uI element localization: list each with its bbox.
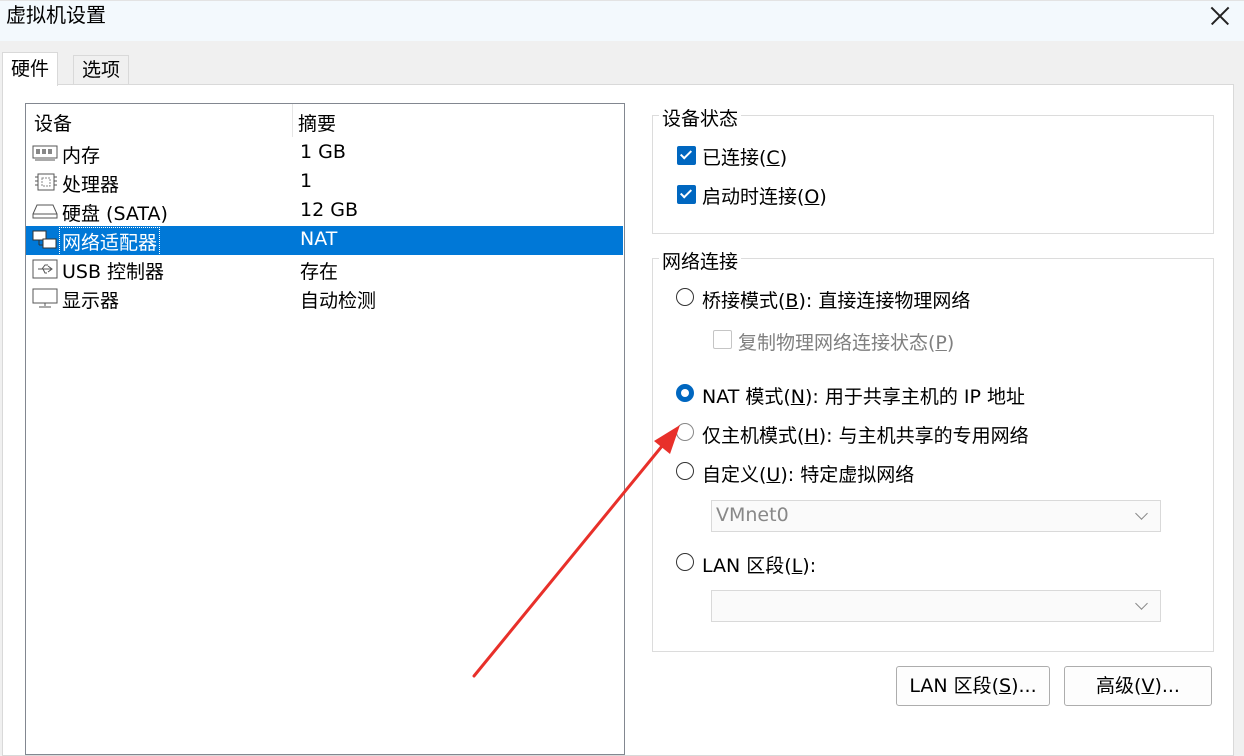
device-summary: 存在 xyxy=(300,261,339,283)
host-only-label[interactable]: 仅主机模式(H): 与主机共享的专用网络 xyxy=(702,421,1029,448)
host-only-radio[interactable] xyxy=(676,423,694,441)
connected-checkbox[interactable] xyxy=(677,146,696,165)
connect-at-power-on-checkbox[interactable] xyxy=(677,185,696,204)
device-summary: 自动检测 xyxy=(300,290,377,312)
device-summary: 1 GB xyxy=(300,141,346,163)
lan-segment-radio[interactable] xyxy=(676,553,694,571)
device-name: 内存 xyxy=(62,145,101,167)
device-name: USB 控制器 xyxy=(62,261,165,283)
network-adapter-icon xyxy=(32,230,57,249)
nat-radio[interactable] xyxy=(676,384,694,402)
bridged-radio[interactable] xyxy=(676,288,694,306)
device-summary: 12 GB xyxy=(300,199,358,221)
device-name: 硬盘 (SATA) xyxy=(62,203,168,225)
device-row-network-adapter[interactable]: 网络适配器 NAT xyxy=(26,226,623,256)
usb-icon xyxy=(32,259,58,279)
network-connection-label: 网络连接 xyxy=(659,247,742,274)
device-row-usb[interactable]: USB 控制器 存在 xyxy=(26,255,623,284)
close-icon[interactable] xyxy=(1210,6,1230,26)
lan-segment-label[interactable]: LAN 区段(L): xyxy=(702,551,816,578)
chevron-down-icon xyxy=(1135,507,1148,520)
window-title: 虚拟机设置 xyxy=(6,3,106,27)
nat-label[interactable]: NAT 模式(N): 用于共享主机的 IP 地址 xyxy=(702,382,1025,409)
connected-label[interactable]: 已连接(C) xyxy=(702,143,787,170)
custom-network-select[interactable]: VMnet0 xyxy=(711,500,1161,532)
device-summary: NAT xyxy=(300,228,338,250)
custom-label[interactable]: 自定义(U): 特定虚拟网络 xyxy=(702,460,914,487)
tab-options[interactable]: 选项 xyxy=(73,55,130,84)
advanced-button[interactable]: 高级(V)... xyxy=(1064,666,1212,706)
device-row-processor[interactable]: 处理器 1 xyxy=(26,168,623,197)
lan-segments-button[interactable]: LAN 区段(S)... xyxy=(896,666,1050,706)
device-status-label: 设备状态 xyxy=(659,104,742,131)
device-status-group xyxy=(652,115,1214,234)
device-row-display[interactable]: 显示器 自动检测 xyxy=(26,284,623,313)
title-bar: 虚拟机设置 xyxy=(0,0,1244,41)
tab-hardware[interactable]: 硬件 xyxy=(2,52,59,86)
column-header-summary[interactable]: 摘要 xyxy=(298,109,336,136)
bridged-label[interactable]: 桥接模式(B): 直接连接物理网络 xyxy=(702,286,970,313)
chevron-down-icon xyxy=(1135,597,1148,610)
replicate-state-label[interactable]: 复制物理网络连接状态(P) xyxy=(738,328,954,355)
processor-icon xyxy=(35,173,57,191)
replicate-state-checkbox[interactable] xyxy=(713,330,732,349)
device-name: 网络适配器 xyxy=(58,227,161,256)
device-list-header: 设备 摘要 xyxy=(26,104,624,137)
lan-segment-select[interactable] xyxy=(711,590,1161,622)
custom-radio[interactable] xyxy=(676,462,694,480)
device-name: 显示器 xyxy=(62,290,120,312)
hard-disk-icon xyxy=(32,204,58,219)
memory-icon xyxy=(32,145,58,161)
monitor-icon xyxy=(32,288,58,308)
device-name: 处理器 xyxy=(62,174,120,196)
device-row-memory[interactable]: 内存 1 GB xyxy=(26,139,623,168)
column-header-device[interactable]: 设备 xyxy=(34,109,72,136)
device-list: 设备 摘要 内存 1 GB 处理器 1 硬盘 (SATA) 12 GB 网络适配… xyxy=(25,103,625,755)
device-row-hard-disk[interactable]: 硬盘 (SATA) 12 GB xyxy=(26,197,623,226)
connect-at-power-on-label[interactable]: 启动时连接(O) xyxy=(702,182,827,209)
device-summary: 1 xyxy=(300,170,313,192)
